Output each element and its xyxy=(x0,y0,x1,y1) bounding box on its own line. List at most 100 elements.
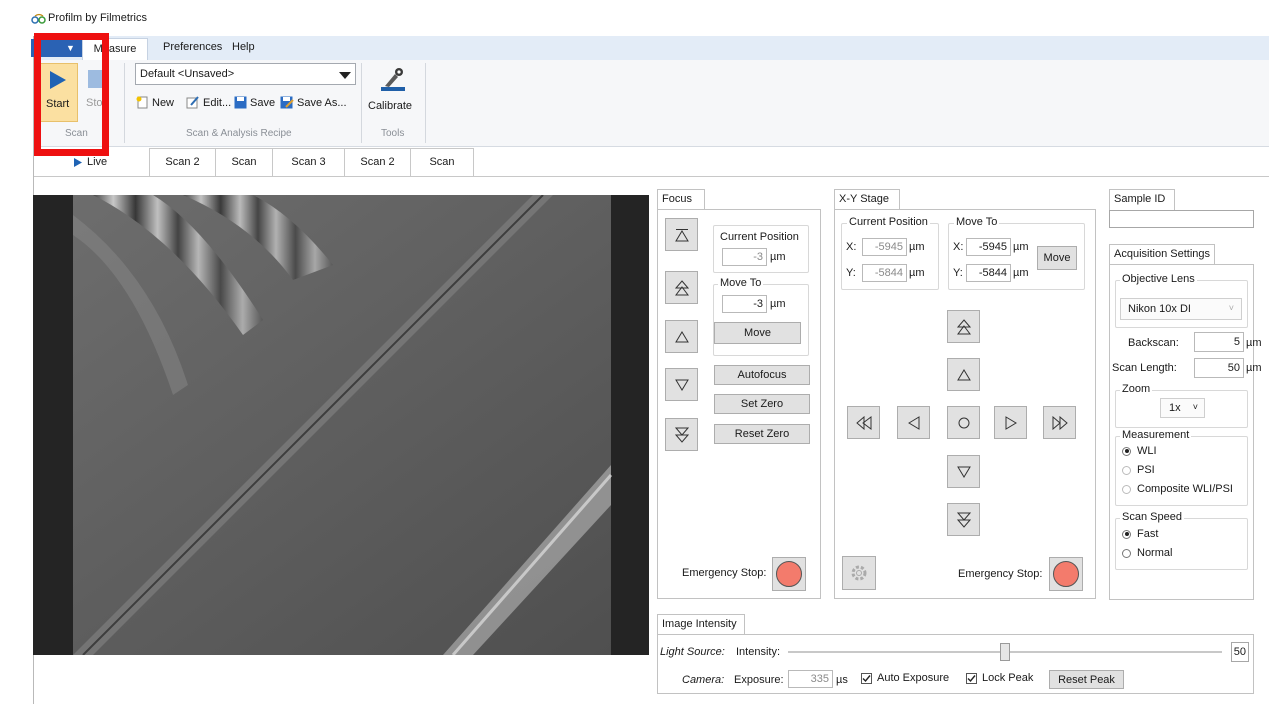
xy-move-y-input[interactable]: -5844 xyxy=(966,264,1011,282)
arrow-right-icon xyxy=(1005,415,1017,430)
doc-tab-scan-b[interactable]: Scan xyxy=(410,148,474,176)
play-small-icon xyxy=(74,157,82,167)
backscan-label: Backscan: xyxy=(1128,337,1179,349)
gear-icon xyxy=(851,565,867,581)
light-source-label: Light Source: xyxy=(660,646,725,658)
window-title: Profilm by Filmetrics xyxy=(48,12,148,24)
tab-preferences[interactable]: Preferences xyxy=(163,41,222,53)
save-recipe-button[interactable]: Save xyxy=(234,96,275,109)
sample-id-tab[interactable]: Sample ID xyxy=(1109,189,1175,210)
lock-peak-checkbox[interactable]: Lock Peak xyxy=(966,672,1033,684)
speed-normal-label: Normal xyxy=(1137,547,1173,559)
reset-zero-button[interactable]: Reset Zero xyxy=(714,424,810,444)
save-label: Save xyxy=(250,96,276,109)
focus-top-button[interactable] xyxy=(665,218,698,251)
new-label: New xyxy=(152,96,175,109)
stage-up-fast-button[interactable] xyxy=(947,310,980,343)
doc-tab-live[interactable]: Live xyxy=(74,156,107,168)
measurement-psi-label: PSI xyxy=(1137,464,1155,476)
auto-exposure-label: Auto Exposure xyxy=(877,672,950,684)
arrow-down-icon xyxy=(674,379,689,391)
stage-down-fast-button[interactable] xyxy=(947,503,980,536)
focus-down-fast-button[interactable] xyxy=(665,418,698,451)
focus-tab[interactable]: Focus xyxy=(657,189,705,210)
focus-up-fast-button[interactable] xyxy=(665,271,698,304)
speed-normal-radio[interactable]: Normal xyxy=(1122,547,1172,559)
backscan-unit: µm xyxy=(1246,337,1262,349)
calibrate-button[interactable]: Calibrate xyxy=(367,63,419,119)
arrow-left-icon xyxy=(907,415,919,430)
acquisition-tab[interactable]: Acquisition Settings xyxy=(1109,244,1215,265)
stage-left-button[interactable] xyxy=(897,406,930,439)
save-as-label: Save As... xyxy=(297,96,347,109)
group-separator xyxy=(425,63,426,143)
focus-up-button[interactable] xyxy=(665,320,698,353)
speed-fast-radio[interactable]: Fast xyxy=(1122,528,1158,540)
set-zero-button[interactable]: Set Zero xyxy=(714,394,810,414)
save-as-icon xyxy=(280,96,294,109)
save-as-recipe-button[interactable]: Save As... xyxy=(280,96,347,109)
xy-move-x-input[interactable]: -5945 xyxy=(966,238,1011,256)
objective-select[interactable]: Nikon 10x DI ˅ xyxy=(1120,298,1242,320)
app-logo-icon xyxy=(31,13,46,24)
doc-tab-scan3[interactable]: Scan 3 xyxy=(272,148,345,176)
calibrate-icon xyxy=(381,68,405,91)
scan-length-input[interactable]: 50 xyxy=(1194,358,1244,378)
measurement-label: Measurement xyxy=(1120,429,1192,441)
stage-right-button[interactable] xyxy=(994,406,1027,439)
focus-unit: µm xyxy=(770,298,786,310)
measurement-psi-radio[interactable]: PSI xyxy=(1122,464,1155,476)
radio-selected-icon xyxy=(1122,529,1131,539)
doc-tab-scan[interactable]: Scan xyxy=(215,148,273,176)
auto-exposure-checkbox[interactable]: Auto Exposure xyxy=(861,672,949,684)
intensity-value[interactable]: 50 xyxy=(1231,642,1249,662)
measurement-wli-radio[interactable]: WLI xyxy=(1122,445,1157,457)
xy-move-label: Move To xyxy=(954,216,1000,228)
scan-speed-group xyxy=(1115,518,1248,570)
arrow-up-icon xyxy=(674,330,689,342)
exposure-unit: µs xyxy=(836,674,848,686)
focus-current-value: -3 xyxy=(722,248,767,266)
radio-selected-icon xyxy=(1122,446,1131,456)
xy-current-x-value: -5945 xyxy=(862,238,907,256)
exposure-label: Exposure: xyxy=(734,674,784,686)
xy-move-y-label: Y: xyxy=(953,267,963,279)
focus-move-button[interactable]: Move xyxy=(714,322,801,344)
stage-up-button[interactable] xyxy=(947,358,980,391)
measurement-composite-radio[interactable]: Composite WLI/PSI xyxy=(1122,483,1233,495)
focus-move-input[interactable]: -3 xyxy=(722,295,767,313)
radio-icon xyxy=(1122,548,1131,558)
sample-id-input[interactable] xyxy=(1109,210,1254,228)
chevron-down-icon: ˅ xyxy=(1192,402,1198,412)
recipe-group-label: Scan & Analysis Recipe xyxy=(186,128,292,139)
zoom-select[interactable]: 1x ˅ xyxy=(1160,398,1205,418)
doc-tab-scan2-b[interactable]: Scan 2 xyxy=(344,148,411,176)
camera-live-view[interactable] xyxy=(33,195,649,655)
new-recipe-button[interactable]: New xyxy=(136,96,174,109)
autofocus-button[interactable]: Autofocus xyxy=(714,365,810,385)
intensity-slider-thumb[interactable] xyxy=(1000,643,1010,661)
stage-emergency-stop-button[interactable] xyxy=(1049,557,1083,591)
calibrate-label: Calibrate xyxy=(368,100,413,112)
xy-move-button[interactable]: Move xyxy=(1037,246,1077,270)
doc-tab-scan2[interactable]: Scan 2 xyxy=(149,148,216,176)
tab-help[interactable]: Help xyxy=(232,41,255,53)
stage-settings-button[interactable] xyxy=(842,556,876,590)
new-file-icon xyxy=(136,96,148,109)
double-arrow-down-icon xyxy=(956,512,971,528)
reset-peak-button[interactable]: Reset Peak xyxy=(1049,670,1124,689)
checkbox-checked-icon xyxy=(966,672,977,684)
recipe-value: Default <Unsaved> xyxy=(140,68,235,80)
edit-recipe-button[interactable]: Edit... xyxy=(186,96,231,109)
image-intensity-tab[interactable]: Image Intensity xyxy=(657,614,745,635)
stage-down-button[interactable] xyxy=(947,455,980,488)
stage-center-button[interactable] xyxy=(947,406,980,439)
stage-right-fast-button[interactable] xyxy=(1043,406,1076,439)
edit-label: Edit... xyxy=(203,96,232,109)
stage-left-fast-button[interactable] xyxy=(847,406,880,439)
focus-emergency-stop-button[interactable] xyxy=(772,557,806,591)
focus-down-button[interactable] xyxy=(665,368,698,401)
recipe-select[interactable]: Default <Unsaved> xyxy=(135,63,356,85)
xy-stage-tab[interactable]: X-Y Stage xyxy=(834,189,900,210)
backscan-input[interactable]: 5 xyxy=(1194,332,1244,352)
